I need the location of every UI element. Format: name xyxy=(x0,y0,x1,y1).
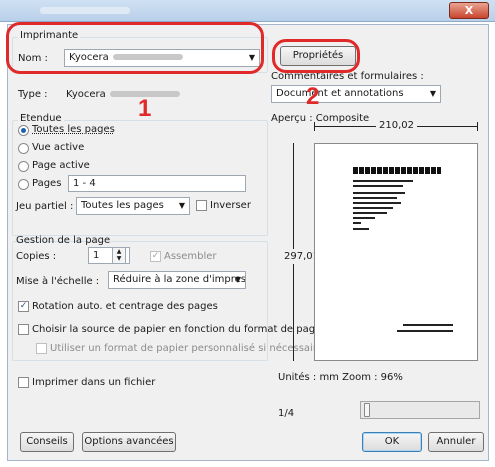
advanced-options-button[interactable]: Options avancées xyxy=(82,432,176,452)
close-button[interactable]: X xyxy=(449,2,489,19)
reverse-label[interactable]: Inverser xyxy=(210,200,251,211)
subset-label: Jeu partiel : xyxy=(16,201,74,212)
all-pages-label[interactable]: Toutes les pages xyxy=(32,124,115,135)
chevron-down-icon: ▼ xyxy=(429,89,436,98)
preview-units-zoom: Unités : mm Zoom : 96% xyxy=(278,372,403,383)
ok-button[interactable]: OK xyxy=(362,432,422,452)
scaling-value: Réduire à la zone d'impression xyxy=(113,274,246,285)
printer-type-value: Kyocera xyxy=(66,89,180,100)
preview-width: 210,02 xyxy=(376,120,417,131)
pages-input[interactable]: 1 - 4 xyxy=(68,175,246,192)
printer-type-text: Kyocera xyxy=(66,89,106,100)
pages-radio[interactable] xyxy=(18,179,29,190)
preview-line xyxy=(403,324,453,326)
preview-page xyxy=(314,143,478,361)
current-page-label[interactable]: Page active xyxy=(32,160,90,171)
pages-label[interactable]: Pages xyxy=(32,178,61,189)
preview-line xyxy=(353,192,405,194)
print-to-file-checkbox[interactable] xyxy=(18,377,29,388)
title-bar: X xyxy=(0,0,495,22)
subset-select[interactable]: Toutes les pages ▼ xyxy=(76,197,190,215)
page-slider[interactable] xyxy=(360,401,480,419)
subset-value: Toutes les pages xyxy=(81,200,164,211)
preview-line xyxy=(353,217,375,219)
preview-line xyxy=(397,330,453,332)
reverse-checkbox[interactable] xyxy=(196,200,207,211)
paper-source-label[interactable]: Choisir la source de papier en fonction … xyxy=(32,324,321,335)
chevron-down-icon: ▼ xyxy=(178,201,185,210)
highlight-ring-printer xyxy=(6,22,264,74)
comments-select[interactable]: Document et annotations ▼ xyxy=(271,85,441,103)
preview-line xyxy=(353,185,403,187)
preview-line xyxy=(353,180,413,182)
collate-label[interactable]: Assembler xyxy=(164,251,217,262)
preview-barcode xyxy=(353,167,441,174)
scaling-select[interactable]: Réduire à la zone d'impression ▼ xyxy=(108,271,246,289)
collate-checkbox[interactable]: ✓ xyxy=(150,251,161,262)
current-view-label[interactable]: Vue active xyxy=(32,142,84,153)
comments-value: Document et annotations xyxy=(276,88,404,99)
cancel-button[interactable]: Annuler xyxy=(428,432,484,452)
copies-label: Copies : xyxy=(16,251,57,262)
preview-line xyxy=(353,207,393,209)
print-to-file-label[interactable]: Imprimer dans un fichier xyxy=(32,377,155,388)
auto-rotate-label[interactable]: Rotation auto. et centrage des pages xyxy=(32,301,218,312)
chevron-down-icon: ▼ xyxy=(234,275,241,284)
preview-line xyxy=(353,197,397,199)
page-indicator: 1/4 xyxy=(278,408,295,419)
width-tick-right xyxy=(477,122,478,131)
current-page-radio[interactable] xyxy=(18,161,29,172)
paper-source-checkbox[interactable] xyxy=(18,324,29,335)
print-dialog: Imprimante Nom : Kyocera ▼ Type : Kyocer… xyxy=(6,22,489,461)
highlight-ring-properties xyxy=(272,39,360,73)
printer-type-label: Type : xyxy=(18,89,48,100)
preview-line xyxy=(353,228,369,230)
width-tick-left xyxy=(314,122,315,131)
preview-label: Aperçu : Composite xyxy=(271,113,370,124)
custom-paper-checkbox[interactable] xyxy=(36,343,47,354)
auto-rotate-checkbox[interactable]: ✓ xyxy=(18,301,29,312)
range-group-label: Etendue xyxy=(18,113,64,124)
tips-button[interactable]: Conseils xyxy=(20,432,74,452)
scaling-label: Mise à l'échelle : xyxy=(16,276,100,287)
step-marker-1: 1 xyxy=(138,95,152,122)
slider-thumb[interactable] xyxy=(364,403,370,417)
page-handling-group-label: Gestion de la page xyxy=(16,235,111,246)
preview-line xyxy=(353,202,401,204)
preview-line xyxy=(353,212,387,214)
window-title-blurred xyxy=(40,7,130,14)
step-marker-2: 2 xyxy=(306,83,320,110)
copies-stepper[interactable]: ▲ ▼ xyxy=(112,247,126,264)
preview-line xyxy=(353,222,361,224)
current-view-radio[interactable] xyxy=(18,143,29,154)
all-pages-radio[interactable] xyxy=(18,125,29,136)
custom-paper-label[interactable]: Utiliser un format de papier personnalis… xyxy=(50,343,323,354)
